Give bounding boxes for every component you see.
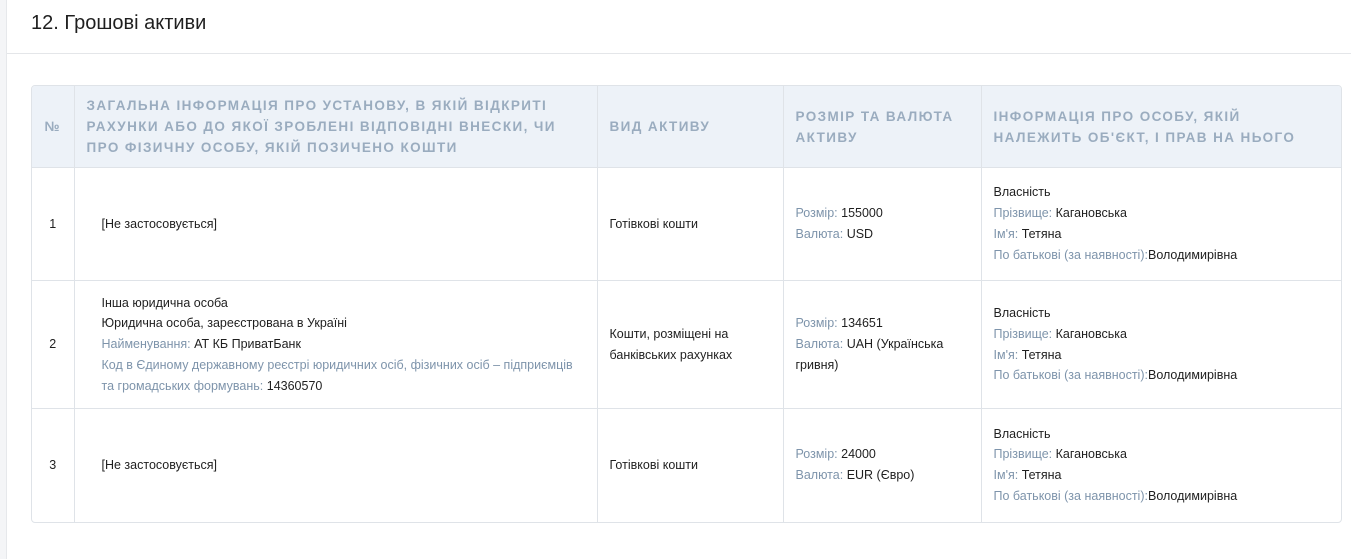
- header-amount: Розмір та валюта активу: [783, 86, 982, 168]
- institution-not-applicable: [Не застосовується]: [101, 216, 217, 231]
- edrpou-label: Код в Єдиному державному реєстрі юридичн…: [101, 357, 573, 393]
- patronymic-value: Володимирівна: [1147, 247, 1238, 262]
- size-value: 24000: [841, 447, 876, 462]
- institution-name-line: Найменування: АТ КБ ПриватБанк: [102, 334, 585, 355]
- name-value: Тетяна: [1021, 227, 1062, 241]
- patronymic-label: По батькові (за наявності):: [993, 247, 1148, 262]
- patronymic-line: По батькові (за наявності):Володимирівна: [994, 245, 1330, 266]
- amount-cell: Розмір: 24000 Валюта: EUR (Євро): [783, 408, 982, 522]
- row-number: 3: [32, 408, 75, 522]
- edrpou-line: Код в Єдиному державному реєстрі юридичн…: [102, 355, 585, 397]
- institution-name-label: Найменування:: [101, 337, 191, 352]
- institution-name-value: АТ КБ ПриватБанк: [194, 337, 301, 352]
- owner-cell: Власність Прізвище: Кагановська Ім'я: Те…: [981, 409, 1341, 522]
- name-label: Ім'я:: [993, 347, 1019, 362]
- name-value: Тетяна: [1021, 347, 1062, 362]
- ownership-type: Власність: [993, 185, 1051, 200]
- header-asset-type: Вид активу: [597, 86, 784, 168]
- name-label: Ім'я:: [993, 468, 1019, 483]
- table-row: 3 [Не застосовується] Готівкові кошти Ро…: [32, 408, 1341, 522]
- patronymic-label: По батькові (за наявності):: [993, 489, 1148, 504]
- surname-line: Прізвище: Кагановська: [994, 444, 1330, 465]
- header-institution: Загальна інформація про установу, в якій…: [74, 86, 598, 168]
- surname-value: Кагановська: [1055, 206, 1127, 221]
- currency-label: Валюта:: [795, 227, 844, 241]
- currency-line: Валюта: UAH (Українська гривня): [796, 334, 969, 376]
- currency-line: Валюта: USD: [796, 224, 969, 245]
- edrpou-value: 14360570: [266, 378, 323, 393]
- size-label: Розмір:: [795, 447, 838, 462]
- table-row: 1 [Не застосовується] Готівкові кошти Ро…: [32, 167, 1341, 281]
- name-label: Ім'я:: [993, 227, 1019, 241]
- patronymic-value: Володимирівна: [1147, 368, 1238, 383]
- name-value: Тетяна: [1021, 468, 1062, 483]
- institution-registration: Юридична особа, зареєстрована в Україні: [101, 316, 347, 331]
- ownership-type: Власність: [993, 305, 1051, 320]
- institution-cell: [Не застосовується]: [74, 408, 598, 522]
- section-card: 12. Грошові активи № Загальна інформація…: [6, 0, 1351, 559]
- surname-value: Кагановська: [1055, 447, 1127, 462]
- currency-label: Валюта:: [795, 337, 844, 352]
- header-number: №: [32, 86, 75, 168]
- size-line: Розмір: 155000: [796, 203, 969, 224]
- monetary-assets-table: № Загальна інформація про установу, в як…: [31, 85, 1342, 523]
- patronymic-value: Володимирівна: [1147, 489, 1238, 504]
- section-title: 12. Грошові активи: [31, 12, 207, 34]
- currency-line: Валюта: EUR (Євро): [796, 465, 969, 486]
- patronymic-label: По батькові (за наявності):: [993, 368, 1148, 383]
- surname-line: Прізвище: Кагановська: [994, 324, 1330, 345]
- surname-line: Прізвище: Кагановська: [994, 203, 1330, 224]
- patronymic-line: По батькові (за наявності):Володимирівна: [994, 486, 1330, 507]
- amount-cell: Розмір: 155000 Валюта: USD: [783, 167, 982, 281]
- header-owner: Інформація про особу, якій належить об'є…: [981, 86, 1341, 168]
- size-label: Розмір:: [795, 316, 838, 331]
- amount-cell: Розмір: 134651 Валюта: UAH (Українська г…: [783, 280, 982, 409]
- surname-label: Прізвище:: [993, 447, 1053, 462]
- size-label: Розмір:: [795, 206, 838, 221]
- asset-type-cell: Готівкові кошти: [597, 408, 784, 522]
- size-value: 134651: [841, 316, 883, 331]
- currency-label: Валюта:: [795, 468, 844, 483]
- size-value: 155000: [841, 206, 883, 221]
- owner-cell: Власність Прізвище: Кагановська Ім'я: Те…: [981, 280, 1341, 409]
- table-row: 2 Інша юридична особа Юридична особа, за…: [32, 280, 1341, 409]
- title-divider: [7, 53, 1351, 54]
- row-number: 2: [32, 280, 75, 409]
- size-line: Розмір: 134651: [796, 313, 969, 334]
- name-line: Ім'я: Тетяна: [994, 465, 1330, 486]
- page-background: 12. Грошові активи № Загальна інформація…: [0, 0, 1351, 559]
- surname-label: Прізвище:: [993, 326, 1053, 341]
- patronymic-line: По батькові (за наявності):Володимирівна: [994, 365, 1330, 386]
- institution-type: Інша юридична особа: [101, 295, 228, 310]
- asset-type-cell: Готівкові кошти: [597, 167, 784, 281]
- currency-value: USD: [846, 227, 874, 241]
- name-line: Ім'я: Тетяна: [994, 345, 1330, 366]
- institution-cell: Інша юридична особа Юридична особа, заре…: [74, 280, 598, 409]
- size-line: Розмір: 24000: [796, 444, 969, 465]
- institution-cell: [Не застосовується]: [74, 167, 598, 281]
- surname-value: Кагановська: [1055, 326, 1127, 341]
- owner-cell: Власність Прізвище: Кагановська Ім'я: Те…: [981, 167, 1341, 281]
- table-header-row: № Загальна інформація про установу, в як…: [32, 86, 1341, 168]
- currency-value: EUR (Євро): [846, 468, 915, 483]
- surname-label: Прізвище:: [993, 206, 1053, 221]
- asset-type-cell: Кошти, розміщені на банківських рахунках: [597, 280, 784, 409]
- row-number: 1: [32, 167, 75, 281]
- institution-not-applicable: [Не застосовується]: [101, 457, 217, 472]
- ownership-type: Власність: [993, 426, 1051, 441]
- name-line: Ім'я: Тетяна: [994, 224, 1330, 245]
